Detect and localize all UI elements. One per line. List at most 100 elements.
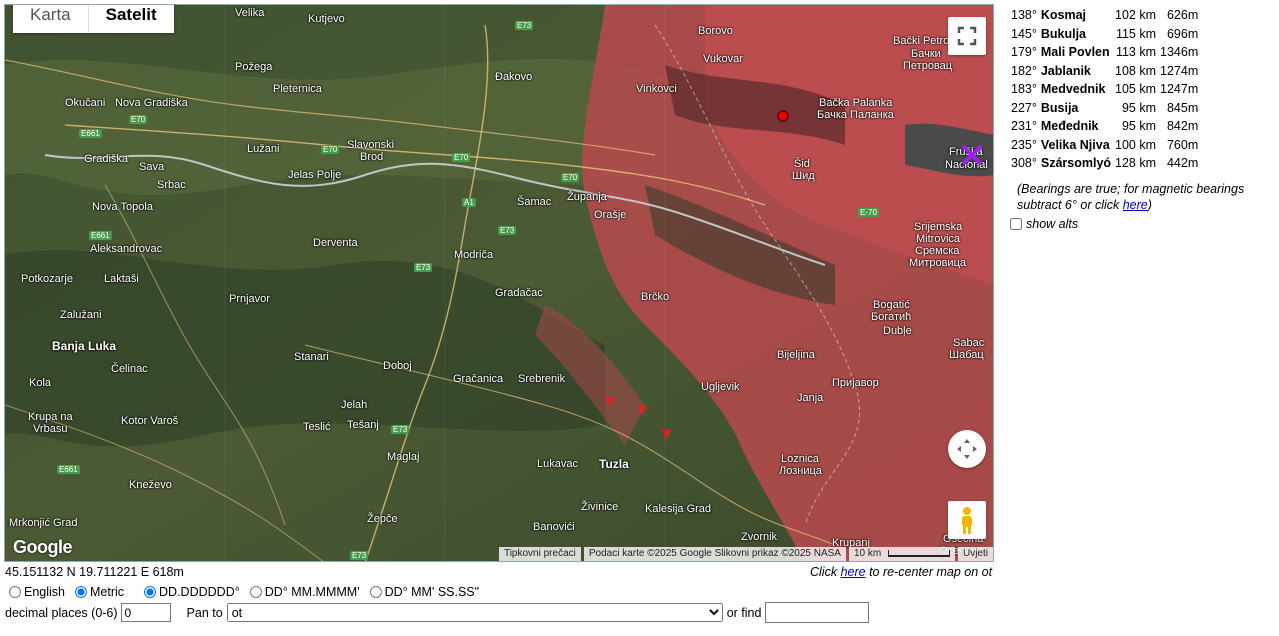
place-label: Krupa na	[28, 411, 73, 423]
format-ddmm-option[interactable]: DD° MM.MMMM'	[246, 585, 360, 599]
lang-english-option[interactable]: English	[5, 585, 65, 599]
road-shield: E661	[79, 129, 102, 138]
peak-bearing: 182°	[1011, 63, 1037, 78]
show-alts-checkbox[interactable]	[1010, 217, 1022, 230]
road-shield: E661	[57, 465, 80, 474]
place-label: Slavonski	[347, 139, 395, 151]
road-shield: A1	[462, 198, 476, 207]
place-label: Lužani	[247, 143, 280, 155]
peak-row: 308° Szársomlyó 128 km 442m	[1009, 154, 1200, 173]
place-label: Vinkovci	[636, 83, 677, 95]
english-radio[interactable]	[9, 586, 21, 598]
place-label: Čelinac	[111, 363, 148, 375]
place-label: Sabac	[953, 337, 985, 349]
place-label: Nova Gradiška	[115, 97, 188, 109]
recenter-text: Click here to re-center map on ot	[810, 565, 993, 579]
map-type-control[interactable]: Karta Satelit	[13, 5, 174, 33]
peak-distance: 105 km	[1115, 82, 1157, 96]
google-logo: Google	[13, 537, 73, 557]
place-label: Dubļe	[883, 325, 912, 337]
fullscreen-button[interactable]	[948, 17, 986, 55]
peak-row: 183° Medvednik 105 km 1247m	[1009, 80, 1200, 99]
peak-row: 182° Jablanik 108 km 1274m	[1009, 62, 1200, 81]
peak-distance: 113 km	[1115, 45, 1157, 59]
format-ddmmss-option[interactable]: DD° MM' SS.SS"	[366, 585, 479, 599]
place-label: Zvornik	[741, 531, 778, 543]
place-label: Brčko	[641, 291, 670, 303]
peak-name: Velika Njiva	[1040, 137, 1110, 152]
place-label: Derventa	[313, 237, 358, 249]
place-label: Đakovo	[495, 71, 533, 83]
find-input[interactable]	[765, 602, 870, 623]
place-label: Laktaši	[104, 273, 139, 285]
decimal-places-input[interactable]	[120, 603, 171, 622]
peak-altitude: 626m	[1166, 8, 1199, 22]
metric-radio[interactable]	[75, 586, 87, 598]
place-label: Požega	[235, 61, 273, 73]
pan-to-select[interactable]: ot	[226, 603, 723, 622]
peak-bearing: 145°	[1011, 26, 1037, 41]
place-label: Лозница	[779, 465, 822, 477]
place-label: Bačka Palanka	[819, 97, 893, 109]
tab-map[interactable]: Karta	[13, 5, 88, 33]
magnetic-bearing-link[interactable]: here	[1123, 198, 1148, 212]
peak-altitude: 442m	[1166, 156, 1199, 170]
peak-altitude: 1274m	[1160, 63, 1199, 78]
scale-line	[887, 549, 950, 557]
place-label: Srbac	[157, 179, 186, 191]
peak-row: 138° Kosmaj 102 km 626m	[1009, 6, 1200, 25]
place-label: Mitrovica	[916, 233, 961, 245]
place-label: Šamac	[517, 196, 552, 208]
street-view-pegman-button[interactable]	[948, 501, 986, 539]
road-shield: E70	[452, 153, 471, 162]
show-alts-option: show alts	[1009, 217, 1274, 231]
place-label: Janja	[797, 392, 824, 404]
terms-link[interactable]: Uvjeti	[957, 547, 993, 561]
pan-control[interactable]	[948, 430, 986, 468]
place-label: Ugljevik	[701, 381, 740, 393]
road-shield: E73	[350, 551, 369, 560]
place-label: Kalesija Grad	[645, 503, 712, 515]
scale-label: 10 km	[853, 548, 882, 559]
place-label: Aleksandrovac	[90, 243, 163, 255]
place-label: Сремска	[915, 245, 960, 257]
map-view[interactable]: Velika Kutjevo Borovo Vukovar Bački Petrovac…	[4, 4, 994, 562]
peak-altitude: 696m	[1166, 26, 1199, 41]
place-label: Modriča	[454, 249, 494, 261]
format-ddmmss-radio[interactable]	[369, 586, 382, 598]
peak-name: Jablanik	[1040, 63, 1091, 78]
place-label: Teslić	[303, 421, 331, 433]
recenter-link[interactable]: here	[841, 565, 866, 579]
place-label: Županja	[567, 191, 607, 203]
road-shield: E70	[321, 145, 340, 154]
place-label: Loznica	[781, 453, 819, 465]
road-shield: E70	[129, 115, 148, 124]
peak-name: Mali Povlen	[1040, 45, 1110, 59]
peak-name: Međednik	[1040, 119, 1099, 133]
format-dd-radio[interactable]	[144, 586, 157, 598]
peak-bearing: 138°	[1011, 8, 1037, 22]
peak-altitude: 1247m	[1160, 82, 1199, 96]
place-label: Srijemska	[914, 221, 963, 233]
lang-metric-option[interactable]: Metric	[71, 585, 124, 599]
place-label: Gradiška	[84, 153, 129, 165]
format-dd-option[interactable]: DD.DDDDDD°	[140, 585, 240, 599]
peak-name: Busija	[1040, 100, 1079, 115]
place-label: Богатић	[871, 311, 912, 323]
peaks-panel: 138° Kosmaj 102 km 626m 145° Bukulja 115 km 696…	[1009, 6, 1274, 231]
keyboard-shortcuts-link[interactable]: Tipkovni prečaci	[498, 547, 581, 561]
place-label: Banovići	[533, 521, 575, 533]
place-label: Potkozarje	[21, 273, 73, 285]
peak-name: Kosmaj	[1040, 8, 1087, 22]
place-label: Živinice	[581, 501, 619, 513]
place-label: Bijeljina	[777, 349, 815, 361]
format-ddmm-radio[interactable]	[249, 586, 262, 598]
controls-row: decimal places (0-6) Pan to ot or find	[5, 602, 870, 623]
tab-satellite[interactable]: Satelit	[87, 5, 174, 33]
place-label: Okučani	[65, 97, 106, 109]
peak-altitude: 842m	[1166, 119, 1199, 133]
place-label: Приjавор	[832, 377, 879, 389]
peak-bearing: 179°	[1011, 45, 1037, 59]
place-label: Banja Luka	[52, 339, 117, 353]
place-label: Gradačac	[495, 287, 543, 299]
